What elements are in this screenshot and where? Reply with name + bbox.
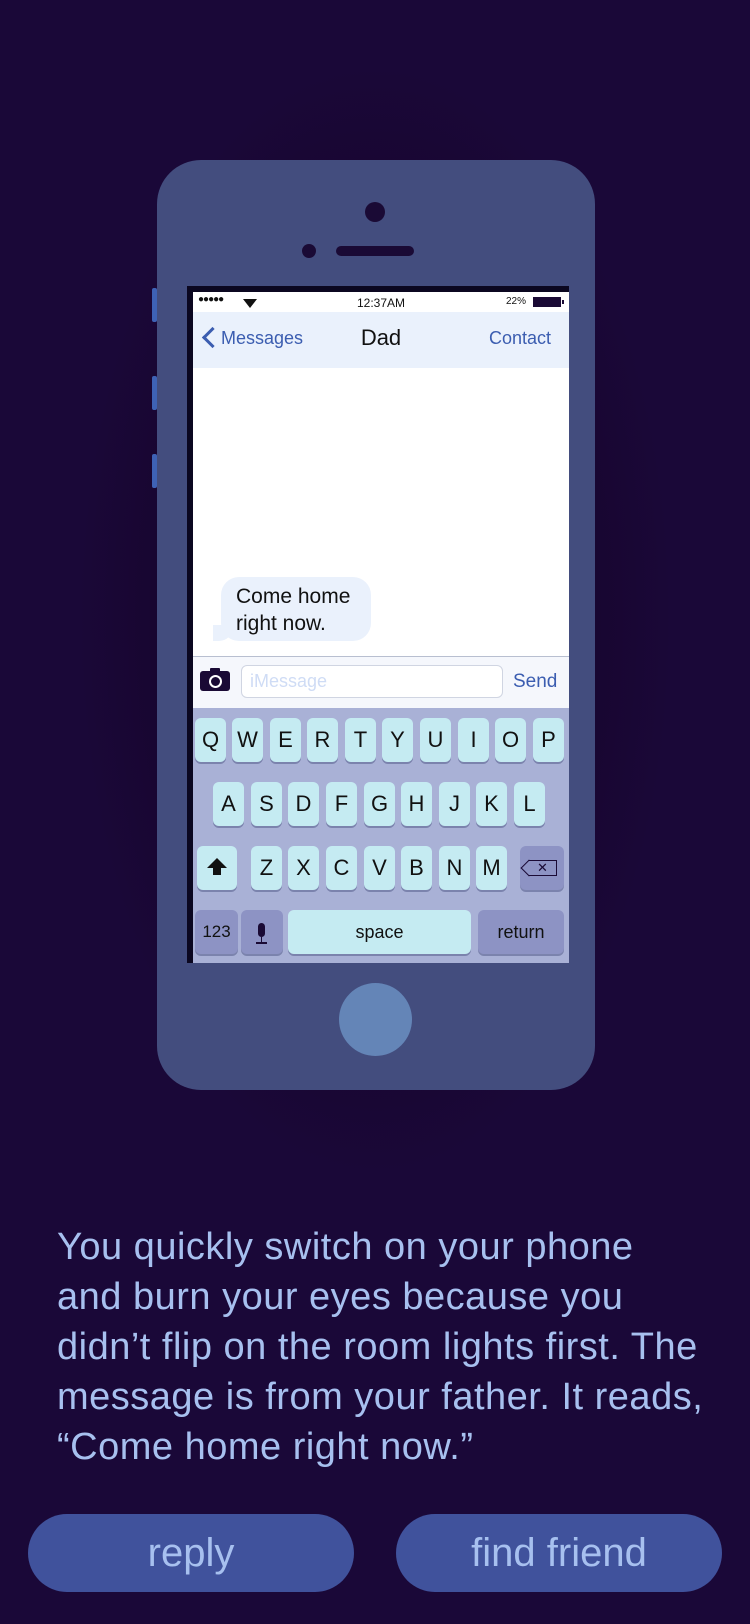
contact-button[interactable]: Contact [489,328,551,349]
key-i[interactable]: I [458,718,489,762]
status-bar: ●●●●● 12:37AM 22% [193,292,569,312]
shift-key[interactable] [197,846,237,890]
proximity-sensor [302,244,316,258]
key-g[interactable]: G [364,782,395,826]
backspace-icon: ✕ [529,860,557,876]
phone-screen: ●●●●● 12:37AM 22% Messages Dad Contact C… [187,286,569,963]
key-c[interactable]: C [326,846,357,890]
send-button[interactable]: Send [513,671,557,693]
key-q[interactable]: Q [195,718,226,762]
key-a[interactable]: A [213,782,244,826]
key-v[interactable]: V [364,846,395,890]
message-input[interactable] [241,665,503,698]
key-d[interactable]: D [288,782,319,826]
message-bubble: Come home right now. [213,577,371,641]
keyboard: Q W E R T Y U I O P A S D F G H J K L Z [193,708,569,963]
key-t[interactable]: T [345,718,376,762]
key-o[interactable]: O [495,718,526,762]
key-u[interactable]: U [420,718,451,762]
shift-arrow-icon [207,858,227,868]
compose-bar: Send [193,656,569,708]
dictation-key[interactable] [241,910,283,954]
home-button[interactable] [339,983,412,1056]
battery-percent: 22% [506,296,527,307]
key-h[interactable]: H [401,782,432,826]
return-key[interactable]: return [478,910,564,954]
key-r[interactable]: R [307,718,338,762]
earpiece-speaker [336,246,414,256]
message-line: right now. [236,612,326,635]
key-f[interactable]: F [326,782,357,826]
camera-icon[interactable] [200,668,230,691]
key-l[interactable]: L [514,782,545,826]
key-e[interactable]: E [270,718,301,762]
key-p[interactable]: P [533,718,564,762]
messages-app: ●●●●● 12:37AM 22% Messages Dad Contact C… [193,292,569,963]
story-text: You quickly switch on your phone and bur… [57,1226,704,1468]
microphone-icon [258,923,265,937]
space-key[interactable]: space [288,910,471,954]
key-j[interactable]: J [439,782,470,826]
delete-key[interactable]: ✕ [520,846,564,890]
key-w[interactable]: W [232,718,263,762]
key-n[interactable]: N [439,846,470,890]
conversation-header: Messages Dad Contact [193,312,569,368]
find-friend-button[interactable]: find friend [396,1514,722,1592]
key-y[interactable]: Y [382,718,413,762]
shift-arrow-stem [213,868,221,875]
key-s[interactable]: S [251,782,282,826]
message-line: Come home [236,585,351,608]
battery-icon [533,297,564,307]
numbers-key[interactable]: 123 [195,910,238,954]
key-x[interactable]: X [288,846,319,890]
key-k[interactable]: K [476,782,507,826]
key-z[interactable]: Z [251,846,282,890]
front-camera [365,202,385,222]
microphone-base [256,942,267,944]
key-m[interactable]: M [476,846,507,890]
reply-button[interactable]: reply [28,1514,354,1592]
key-b[interactable]: B [401,846,432,890]
